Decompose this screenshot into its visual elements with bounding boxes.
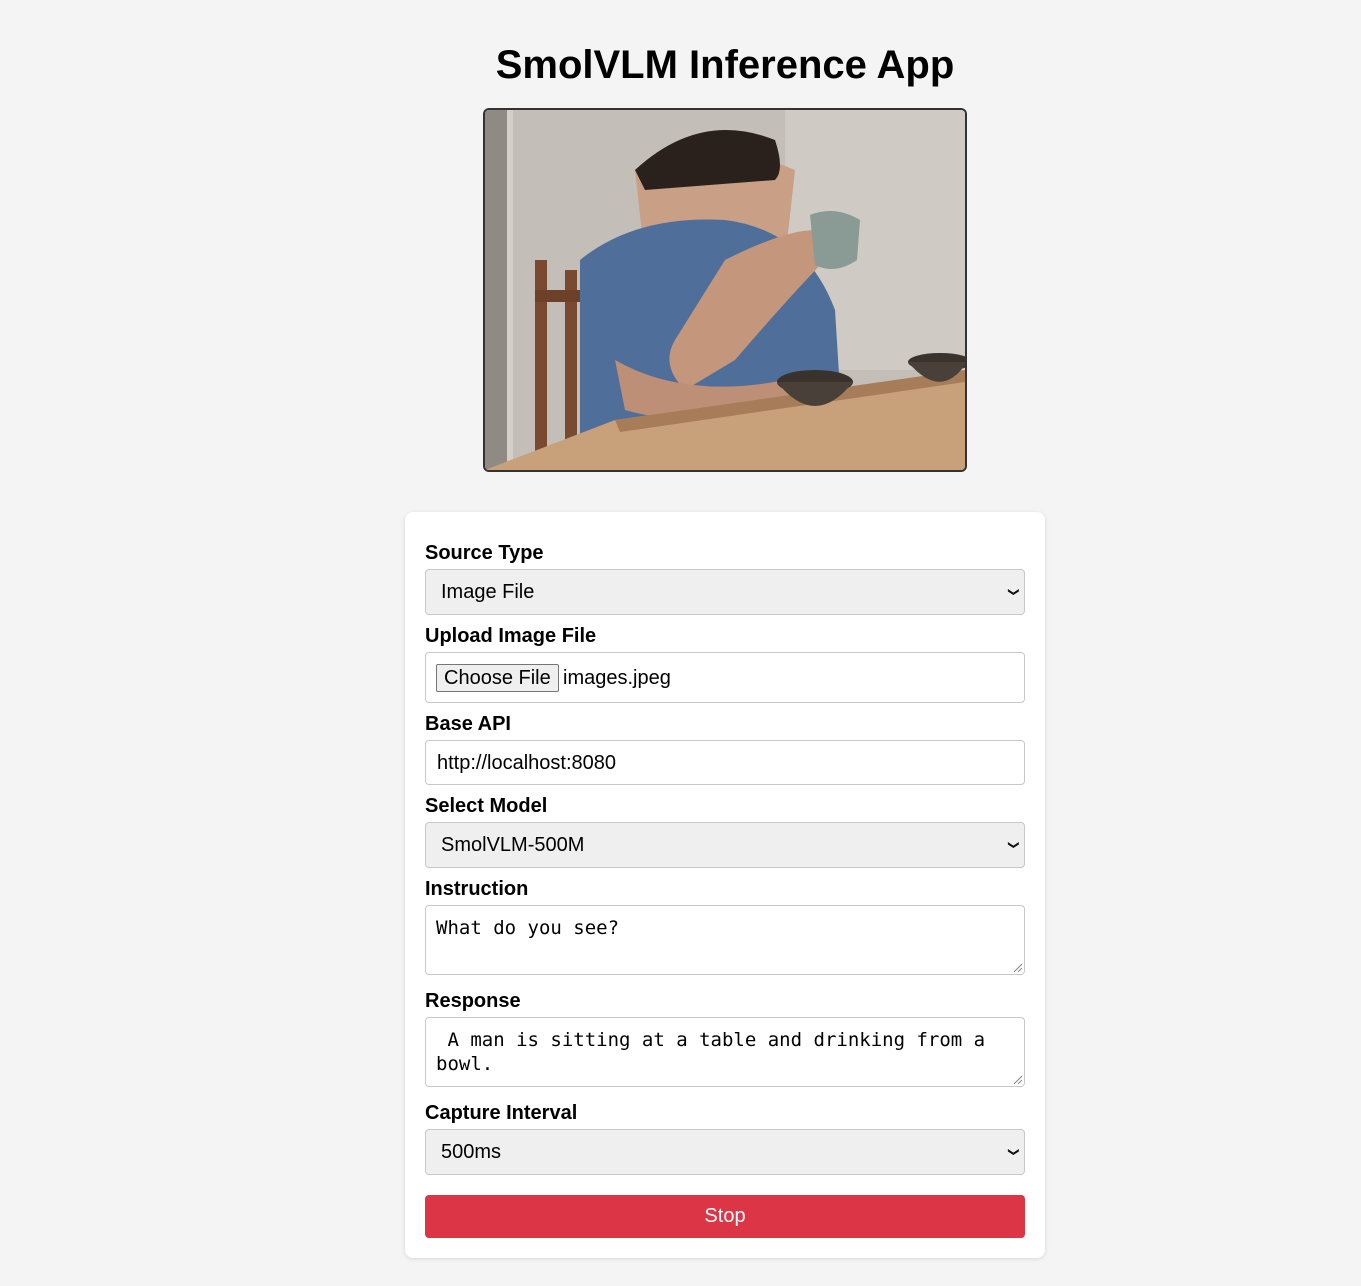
base-api-label: Base API [425,713,511,735]
model-select[interactable]: SmolVLM-500M ❯ [425,822,1025,868]
capture-interval-label: Capture Interval [425,1102,578,1124]
capture-interval-select[interactable]: 500ms ❯ [425,1129,1025,1175]
response-label: Response [425,990,521,1012]
chevron-down-icon: ❯ [1007,1147,1020,1157]
source-type-label: Source Type [425,542,544,564]
resize-grip-icon[interactable] [1013,1075,1022,1084]
base-api-value: http://localhost:8080 [437,752,617,774]
response-textarea[interactable]: A man is sitting at a table and drinking… [425,1017,1025,1087]
choose-file-button[interactable]: Choose File [436,664,559,692]
capture-interval-value: 500ms [441,1141,502,1163]
instruction-textarea[interactable]: What do you see? [425,905,1025,975]
source-type-select[interactable]: Image File ❯ [425,569,1025,615]
instruction-value: What do you see? [436,917,620,939]
upload-image-label: Upload Image File [425,625,597,647]
stop-button[interactable]: Stop [425,1195,1025,1238]
chevron-down-icon: ❯ [1007,587,1020,597]
settings-card: Source Type Image File ❯ Upload Image Fi… [405,512,1045,1258]
file-input[interactable]: Choose File images.jpeg [425,652,1025,703]
source-type-value: Image File [441,581,535,603]
instruction-label: Instruction [425,878,529,900]
preview-photo [485,110,965,470]
response-value: A man is sitting at a table and drinking… [436,1029,997,1075]
select-model-label: Select Model [425,795,548,817]
chevron-down-icon: ❯ [1007,840,1020,850]
model-value: SmolVLM-500M [441,834,585,856]
selected-file-name: images.jpeg [563,667,671,689]
base-api-input[interactable]: http://localhost:8080 [425,740,1025,785]
page-title: SmolVLM Inference App [495,43,955,87]
image-preview [483,108,967,472]
resize-grip-icon[interactable] [1013,963,1022,972]
